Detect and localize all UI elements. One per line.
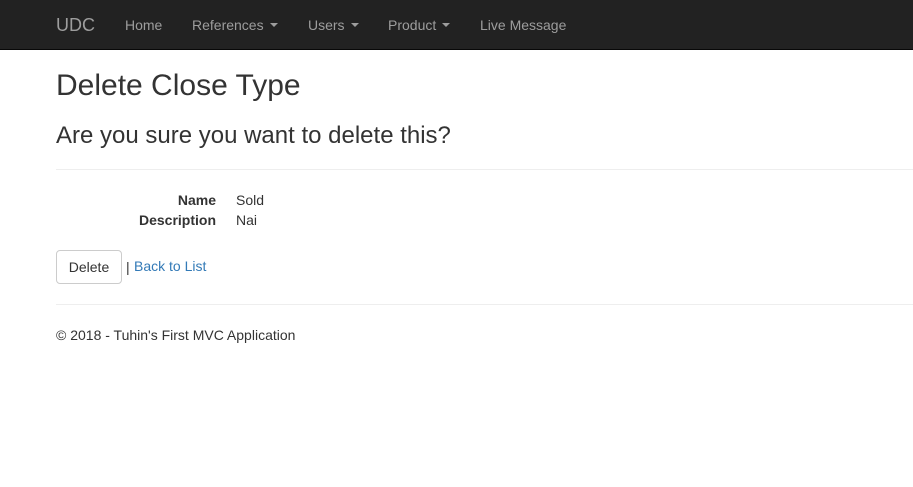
footer-divider [56, 304, 913, 305]
nav-home[interactable]: Home [125, 16, 162, 34]
page-title: Delete Close Type [56, 69, 301, 102]
footer-text: © 2018 - Tuhin's First MVC Application [56, 327, 296, 343]
caret-down-icon [442, 23, 451, 28]
nav-references-dropdown[interactable]: References [192, 16, 278, 34]
nav-references-label: References [192, 17, 264, 33]
back-to-list-link[interactable]: Back to List [134, 256, 206, 276]
confirm-question: Are you sure you want to delete this? [56, 122, 451, 149]
nav-live-message-label: Live Message [480, 17, 567, 33]
nav-home-label: Home [125, 17, 163, 33]
separator: | [126, 259, 130, 275]
delete-button[interactable]: Delete [56, 250, 122, 284]
top-navbar: UDC Home References Users Product Live M… [0, 0, 913, 50]
name-value: Sold [236, 192, 265, 208]
nav-live-message[interactable]: Live Message [480, 16, 566, 34]
nav-users-label: Users [308, 17, 345, 33]
brand-link[interactable]: UDC [56, 14, 95, 36]
nav-product-label: Product [388, 17, 437, 33]
nav-product-dropdown[interactable]: Product [388, 16, 451, 34]
description-label: Description [138, 212, 216, 228]
nav-users-dropdown[interactable]: Users [308, 16, 359, 34]
name-label: Name [177, 192, 216, 208]
divider [56, 169, 913, 170]
caret-down-icon [350, 23, 359, 28]
description-value: Nai [236, 212, 258, 228]
caret-down-icon [269, 23, 278, 28]
